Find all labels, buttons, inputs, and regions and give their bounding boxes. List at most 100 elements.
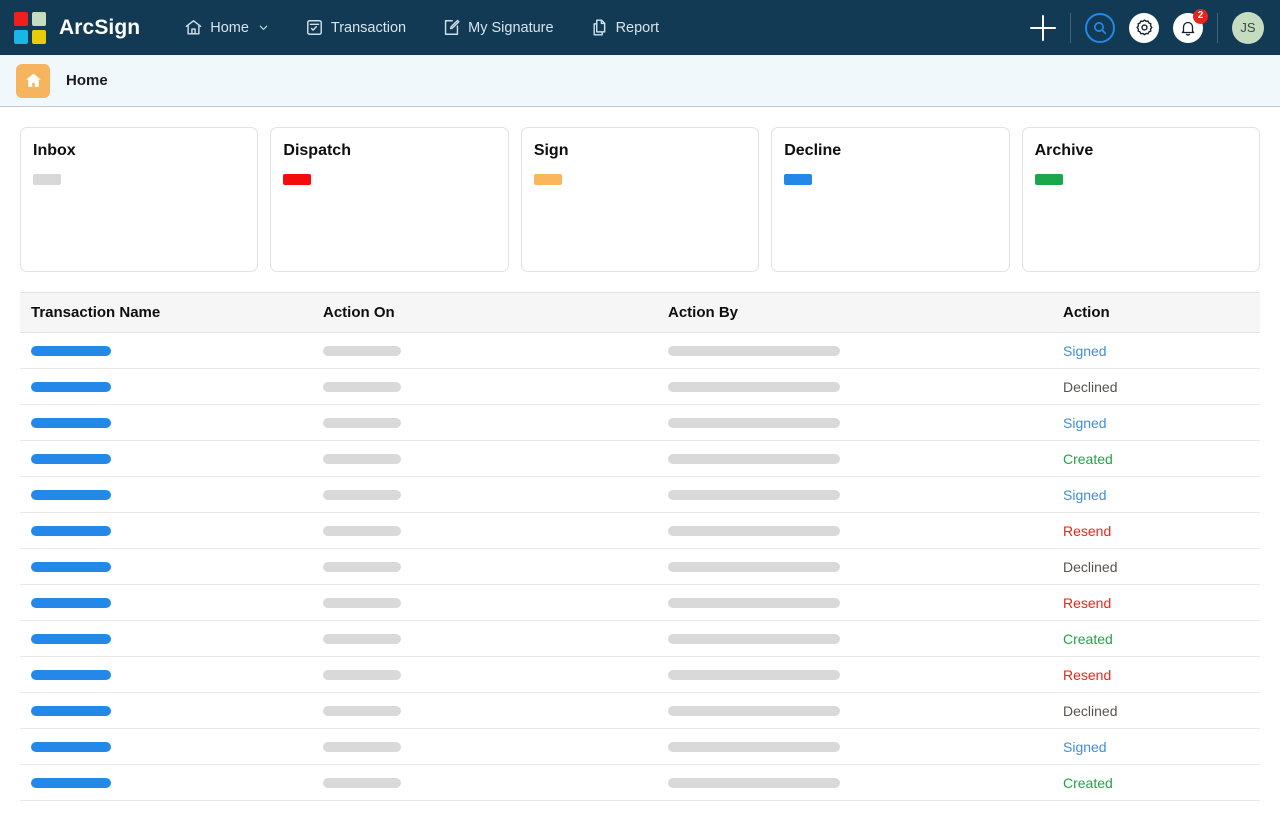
avatar[interactable]: JS <box>1232 11 1264 44</box>
table-row[interactable]: Declined <box>20 692 1260 729</box>
table-row[interactable]: Declined <box>20 368 1260 405</box>
cell-action-on <box>312 476 657 513</box>
status-card-title: Archive <box>1034 142 1094 159</box>
cell-action-on-placeholder <box>323 777 401 788</box>
cell-action-on-placeholder <box>323 489 401 500</box>
status-card-archive[interactable]: Archive <box>1021 127 1261 272</box>
topbar-actions: 2 JS <box>1030 8 1264 44</box>
cell-action-by <box>657 440 1052 477</box>
cell-action-by <box>657 620 1052 657</box>
nav-item-report-label: Report <box>615 19 660 36</box>
table-row[interactable]: Declined <box>20 548 1260 585</box>
nav-item-report[interactable]: Report <box>590 12 660 43</box>
cell-action[interactable]: Declined <box>1052 548 1260 585</box>
cell-transaction-name <box>20 728 312 765</box>
table-row[interactable]: Resend <box>20 512 1260 549</box>
cell-action[interactable]: Signed <box>1052 476 1260 513</box>
cell-action-by-placeholder <box>668 777 840 788</box>
column-header-action[interactable]: Action <box>1052 292 1260 333</box>
cell-action[interactable]: Signed <box>1052 728 1260 765</box>
cell-action-on-placeholder <box>323 561 401 572</box>
cell-transaction-name <box>20 620 312 657</box>
table-header-row: Transaction Name Action On Action By Act… <box>20 292 1260 333</box>
cell-action[interactable]: Resend <box>1052 512 1260 549</box>
table-row[interactable]: Signed <box>20 332 1260 369</box>
cell-action[interactable]: Resend <box>1052 656 1260 693</box>
home-icon[interactable] <box>16 63 50 98</box>
table-row[interactable]: Resend <box>20 656 1260 693</box>
nav-item-home[interactable]: Home <box>184 12 269 43</box>
column-header-action-on[interactable]: Action On <box>312 292 657 333</box>
cell-transaction-name <box>20 332 312 369</box>
table-row[interactable]: Resend <box>20 584 1260 621</box>
cell-transaction-name-placeholder <box>31 561 111 572</box>
cell-action[interactable]: Created <box>1052 620 1260 657</box>
cell-action[interactable]: Created <box>1052 764 1260 801</box>
cell-action-by-placeholder <box>668 489 840 500</box>
cell-action-by <box>657 584 1052 621</box>
signature-pen-icon <box>442 18 461 37</box>
cell-action-on <box>312 368 657 405</box>
table-row[interactable]: Created <box>20 764 1260 801</box>
cell-transaction-name-placeholder <box>31 345 111 356</box>
cell-action-by <box>657 512 1052 549</box>
table-row[interactable]: Created <box>20 440 1260 477</box>
status-card-title: Decline <box>784 142 842 159</box>
search-icon[interactable] <box>1085 12 1115 43</box>
cell-action-on <box>312 584 657 621</box>
top-navigation-bar: ArcSign Home Transaction My Signature Re… <box>0 0 1280 55</box>
cell-action-on <box>312 512 657 549</box>
cell-action-on-placeholder <box>323 381 401 392</box>
table-row[interactable]: Signed <box>20 476 1260 513</box>
brand-logo[interactable]: ArcSign <box>14 11 141 44</box>
status-card-dispatch[interactable]: Dispatch <box>270 127 509 272</box>
cell-action-by <box>657 404 1052 441</box>
cell-action-by-placeholder <box>668 453 840 464</box>
table-row[interactable]: Signed <box>20 404 1260 441</box>
cell-action-by-placeholder <box>668 597 840 608</box>
cell-action-on <box>312 332 657 369</box>
gear-icon[interactable] <box>1129 12 1159 43</box>
cell-transaction-name <box>20 440 312 477</box>
cell-action-on <box>312 404 657 441</box>
cell-action-by <box>657 764 1052 801</box>
cell-action[interactable]: Signed <box>1052 404 1260 441</box>
cell-action[interactable]: Signed <box>1052 332 1260 369</box>
checklist-icon <box>305 18 324 37</box>
cell-action-on-placeholder <box>323 525 401 536</box>
nav-item-my-signature[interactable]: My Signature <box>442 12 554 43</box>
primary-nav: Home Transaction My Signature Report <box>184 12 695 43</box>
table-row[interactable]: Signed <box>20 728 1260 765</box>
cell-transaction-name-placeholder <box>31 417 111 428</box>
status-card-inbox[interactable]: Inbox <box>20 127 259 272</box>
cell-action-by <box>657 728 1052 765</box>
bell-icon[interactable]: 2 <box>1173 8 1208 43</box>
cell-action-on <box>312 692 657 729</box>
cell-action[interactable]: Declined <box>1052 692 1260 729</box>
cell-transaction-name <box>20 368 312 405</box>
table-row[interactable]: Created <box>20 620 1260 657</box>
logo-cell-2 <box>32 11 46 26</box>
column-header-action-by[interactable]: Action By <box>657 292 1052 333</box>
column-header-transaction-name[interactable]: Transaction Name <box>20 292 312 333</box>
add-icon[interactable] <box>1030 14 1056 41</box>
breadcrumb: Home <box>0 55 1280 107</box>
status-card-title: Dispatch <box>283 142 351 159</box>
cell-transaction-name-placeholder <box>31 633 111 644</box>
nav-item-transaction[interactable]: Transaction <box>305 12 406 43</box>
nav-item-my-signature-label: My Signature <box>468 19 554 36</box>
cell-action-by <box>657 476 1052 513</box>
cell-action-on-placeholder <box>323 453 401 464</box>
cell-action-on <box>312 440 657 477</box>
divider <box>1217 12 1218 43</box>
cell-action[interactable]: Declined <box>1052 368 1260 405</box>
status-card-decline[interactable]: Decline <box>771 127 1010 272</box>
nav-item-transaction-label: Transaction <box>330 19 407 36</box>
cell-action[interactable]: Resend <box>1052 584 1260 621</box>
cell-action[interactable]: Created <box>1052 440 1260 477</box>
brand-name: ArcSign <box>59 15 141 39</box>
status-card-title: Sign <box>533 142 569 159</box>
house-icon <box>184 18 203 37</box>
cell-action-by-placeholder <box>668 705 840 716</box>
status-card-sign[interactable]: Sign <box>520 127 760 272</box>
